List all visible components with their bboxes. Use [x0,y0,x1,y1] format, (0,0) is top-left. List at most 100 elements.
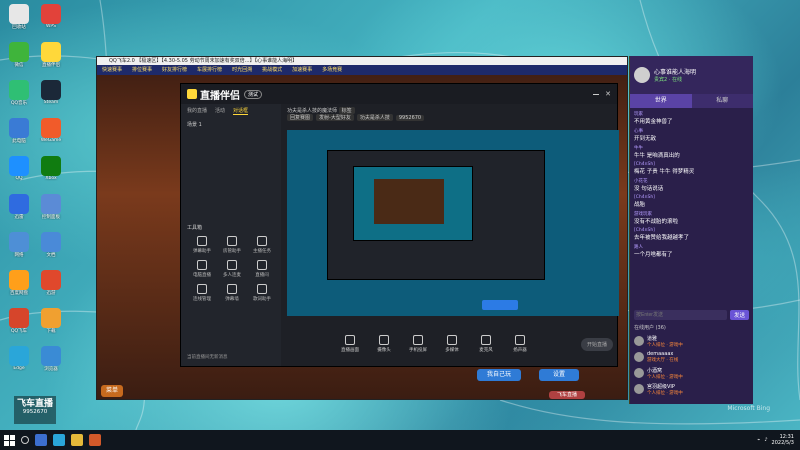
room-chip[interactable]: 9952670 [395,115,425,121]
nested-preview-2 [353,166,473,241]
tool-label: 多人连麦 [223,273,241,278]
desktop-icon[interactable]: 下载 [36,308,66,342]
desktop-icon[interactable]: 文档 [36,232,66,266]
game-tab[interactable]: 好友排行榜 [157,65,192,75]
desktop-icon[interactable]: Edge [4,346,34,380]
tool-button[interactable]: 弹幕墙 [217,284,247,302]
game-tab[interactable]: 加速赛事 [287,65,317,75]
desktop-icon[interactable]: 迅游 [36,270,66,304]
tool-label: 直播间 [255,273,269,278]
stream-tab[interactable]: 活动 [215,107,225,115]
bottom-tool-label: 多媒体 [445,348,459,353]
tool-button[interactable]: 弹幕助手 [187,236,217,254]
volume-icon[interactable]: ♪ [764,437,767,443]
scene-label[interactable]: 场景 1 [181,118,281,131]
viewer-row[interactable]: 宫羽超级VIP 个人排位 · 游戏中 [630,381,753,397]
tool-button[interactable]: 主播任务 [247,236,277,254]
clock[interactable]: 12:31 2022/5/3 [772,434,794,446]
desktop-icon[interactable]: QQ音乐 [4,80,34,114]
bottom-tool-button[interactable]: 直播画面 [337,335,363,353]
desktop-icon[interactable]: WeGame [36,118,66,152]
bottom-tool-label: 扬声器 [513,348,527,353]
desktop-icon[interactable]: 此电脑 [4,118,34,152]
desktop-icon[interactable]: 控制面板 [36,194,66,228]
desktop-icon[interactable]: Steam [36,80,66,114]
viewer-row[interactable]: 小酒窝 个人排位 · 游戏中 [630,365,753,381]
room-chip[interactable]: 发射-大型好友 [316,114,354,121]
minimize-icon[interactable] [593,94,600,95]
tool-button[interactable]: 连线管理 [187,284,217,302]
folder-icon[interactable] [71,434,83,446]
tool-button[interactable]: 房管助手 [217,236,247,254]
bottom-tools: 直播画面 摄像头 手机投屏 多媒体 麦克风 扬声器 [337,335,533,353]
bottom-tool-button[interactable]: 多媒体 [439,335,465,353]
begin-stream-button[interactable]: 开始直播 [580,337,613,351]
game-tab[interactable]: 快速赛事 [97,65,127,75]
start-icon[interactable] [4,434,15,446]
viewer-avatar [634,352,644,362]
tool-label: 弹幕助手 [193,249,211,254]
room-chip[interactable]: 功夫是杀人技 [356,114,393,121]
chat-input[interactable] [634,310,727,320]
chat-message: 牛牛 牛牛 是咱滴真出的 [634,145,749,159]
desktop-icon[interactable]: 浏览器 [36,346,66,380]
network-icon[interactable]: ⌁ [757,437,760,443]
tool-button[interactable]: 多人连麦 [217,260,247,278]
bottom-tool-button[interactable]: 扬声器 [507,335,533,353]
game-settings-button[interactable]: 设置 [539,369,579,381]
desktop-icon[interactable]: 迅雷 [4,194,34,228]
close-icon[interactable]: ✕ [605,90,611,98]
bottom-tool-button[interactable]: 手机投屏 [405,335,431,353]
desktop-icon[interactable]: 回收站 [4,4,34,38]
viewer-row[interactable]: 道雅 个人排位 · 游戏中 [630,333,753,349]
tool-button[interactable]: 歌词助手 [247,284,277,302]
send-button[interactable]: 发送 [729,310,749,320]
desktop-icon[interactable]: 网络 [4,232,34,266]
bottom-tool-button[interactable]: 麦克风 [473,335,499,353]
stream-tab[interactable]: 对话框 [233,107,249,115]
viewer-list: 道雅 个人排位 · 游戏中 demaaaax 游戏大厅 · 在线小酒窝 个人排位 · 游… [630,333,753,397]
stream-tool-window[interactable]: 直播伴侣 测试 ✕ 我的直播 活动 对话框 场景 1 工具箱 弹幕助手 房管助手 主播任… [180,83,619,367]
viewer-row[interactable]: demaaaax 游戏大厅 · 在线 [630,349,753,365]
room-chips: 回复赛图 发射-大型好友 功夫是杀人技 9952670 [287,114,611,121]
app-icon [9,194,29,214]
tool-button[interactable]: 电脑直播 [187,260,217,278]
bottom-tool-label: 摄像头 [377,348,391,353]
desktop-icon[interactable]: Xbox [36,156,66,190]
viewer-text: demaaaax 游戏大厅 · 在线 [647,351,678,363]
game-tab[interactable]: 车展排行榜 [192,65,227,75]
viewers-title: 在线用户 (36) [634,325,666,331]
desktop-icon-label: 此电脑 [12,139,26,144]
desktop-icon[interactable]: 百度网盘 [4,270,34,304]
bottom-tool-button[interactable]: 摄像头 [371,335,397,353]
avatar[interactable] [634,67,650,83]
desktop-icon[interactable]: WPS [36,4,66,38]
bottom-tool-icon [447,335,457,345]
desktop-icon[interactable]: QQ飞车 [4,308,34,342]
stream-tab[interactable]: 我的直播 [187,107,207,115]
chat-title: 心事谁能人海明 [654,69,697,76]
game-tab[interactable]: 时光回溯 [227,65,257,75]
room-tag[interactable]: 标签 [338,107,355,114]
viewer-status: 游戏大厅 · 在线 [647,358,679,363]
room-chip[interactable]: 回复赛图 [287,114,314,121]
game-taskbar-icon[interactable] [89,434,101,446]
desktop-icon[interactable]: 微信 [4,42,34,76]
edge-icon[interactable] [53,434,65,446]
tool-label: 主播任务 [253,249,271,254]
task-view-icon[interactable] [35,434,47,446]
game-tab[interactable]: 挑战模式 [257,65,287,75]
search-icon[interactable] [21,436,29,444]
desktop-icon[interactable]: QQ [4,156,34,190]
desktop-icon-label: Xbox [45,176,57,181]
tab-private[interactable]: 私聊 [692,94,754,108]
tool-button[interactable]: 直播间 [247,260,277,278]
game-tab[interactable]: 排位赛事 [127,65,157,75]
preview-start-button [482,300,518,310]
tab-world[interactable]: 世界 [630,94,692,108]
tool-icon [257,260,267,270]
desktop-icon[interactable]: 直播伴侣 [36,42,66,76]
game-tab[interactable]: 多场竞赛 [317,65,347,75]
game-menu-button[interactable]: 菜单 [101,385,123,397]
game-start-button[interactable]: 我自己玩 [477,369,521,381]
